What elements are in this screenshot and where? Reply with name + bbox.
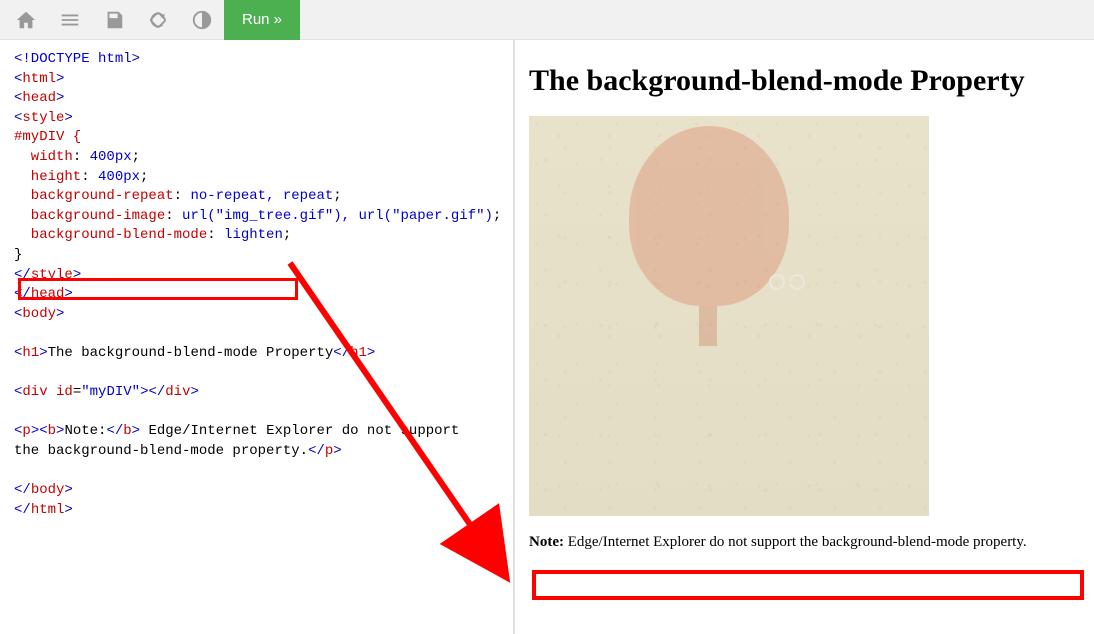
code-token: </ <box>14 482 31 498</box>
code-token: > <box>132 423 140 439</box>
code-token: The background-blend-mode Property <box>48 345 334 361</box>
code-blank <box>14 462 22 478</box>
code-editor[interactable]: <!DOCTYPE html> <html> <head> <style> #m… <box>0 40 515 634</box>
code-token: p <box>22 423 30 439</box>
preview-heading: The background-blend-mode Property <box>529 64 1080 98</box>
code-token: div <box>165 384 190 400</box>
code-token: > <box>64 110 72 126</box>
code-token: : <box>207 227 224 243</box>
note-text: Edge/Internet Explorer do not support th… <box>564 534 1027 550</box>
code-token: } <box>14 247 22 263</box>
code-token: </ <box>333 345 350 361</box>
preview-pane: The background-blend-mode Property Note:… <box>515 40 1094 634</box>
code-token: body <box>22 306 56 322</box>
code-token: > <box>191 384 199 400</box>
preview-note: Note: Edge/Internet Explorer do not supp… <box>529 534 1080 551</box>
code-token: head <box>22 90 56 106</box>
main-container: <!DOCTYPE html> <html> <head> <style> #m… <box>0 40 1094 634</box>
code-token: div <box>22 384 47 400</box>
code-token: Edge/Internet Explorer do not support <box>140 423 459 439</box>
code-token: ; <box>132 149 140 165</box>
code-token: </ <box>14 267 31 283</box>
code-token: width <box>14 149 73 165</box>
code-token: no-repeat, repeat <box>190 188 333 204</box>
code-token: background-blend-mode <box>14 227 207 243</box>
code-token: url("img_tree.gif"), url("paper.gif") <box>182 208 493 224</box>
code-token: ; <box>333 188 341 204</box>
code-token: "myDIV" <box>81 384 140 400</box>
code-token: > <box>73 267 81 283</box>
theme-icon[interactable] <box>180 0 224 40</box>
code-blank <box>14 404 22 420</box>
code-token: ; <box>140 169 148 185</box>
code-token: : <box>81 169 98 185</box>
code-token: 400px <box>90 149 132 165</box>
code-token: background-image <box>14 208 165 224</box>
code-token: : <box>174 188 191 204</box>
code-token: #myDIV { <box>14 129 81 145</box>
code-token: 400px <box>98 169 140 185</box>
code-token: html <box>22 71 56 87</box>
save-icon[interactable] <box>92 0 136 40</box>
code-token: > <box>367 345 375 361</box>
tree-image <box>619 126 799 356</box>
code-token: Note: <box>64 423 106 439</box>
code-token: : <box>73 149 90 165</box>
code-token: b <box>48 423 56 439</box>
code-token: > <box>333 443 341 459</box>
code-token: background-repeat <box>14 188 174 204</box>
code-token: ; <box>283 227 291 243</box>
note-label: Note: <box>529 534 564 550</box>
code-token: style <box>31 267 73 283</box>
code-token: style <box>22 110 64 126</box>
code-line: <!DOCTYPE html> <box>14 51 140 67</box>
code-token: > <box>56 306 64 322</box>
code-token: > <box>31 423 39 439</box>
code-token: id <box>56 384 73 400</box>
code-token: </ <box>148 384 165 400</box>
code-token: head <box>31 286 65 302</box>
code-token: > <box>64 502 72 518</box>
code-token: the background-blend-mode property. <box>14 443 308 459</box>
code-token: ; <box>493 208 501 224</box>
rotate-icon[interactable] <box>136 0 180 40</box>
code-token: : <box>165 208 182 224</box>
code-token: </ <box>14 502 31 518</box>
toolbar: Run » <box>0 0 1094 40</box>
code-token: > <box>39 345 47 361</box>
code-token: </ <box>14 286 31 302</box>
preview-div <box>529 116 929 516</box>
code-blank <box>14 365 22 381</box>
code-token: </ <box>308 443 325 459</box>
home-icon[interactable] <box>4 0 48 40</box>
code-token: b <box>123 423 131 439</box>
code-token: h1 <box>22 345 39 361</box>
code-blank <box>14 325 22 341</box>
code-token <box>48 384 56 400</box>
code-token: = <box>73 384 81 400</box>
code-token: < <box>39 423 47 439</box>
code-token: </ <box>106 423 123 439</box>
code-token: > <box>64 286 72 302</box>
menu-icon[interactable] <box>48 0 92 40</box>
code-token: html <box>31 502 65 518</box>
code-token: body <box>31 482 65 498</box>
code-token: height <box>14 169 81 185</box>
code-token: lighten <box>224 227 283 243</box>
code-token: > <box>64 482 72 498</box>
code-token: > <box>56 71 64 87</box>
code-token: h1 <box>350 345 367 361</box>
code-token: > <box>56 90 64 106</box>
run-button[interactable]: Run » <box>224 0 300 40</box>
